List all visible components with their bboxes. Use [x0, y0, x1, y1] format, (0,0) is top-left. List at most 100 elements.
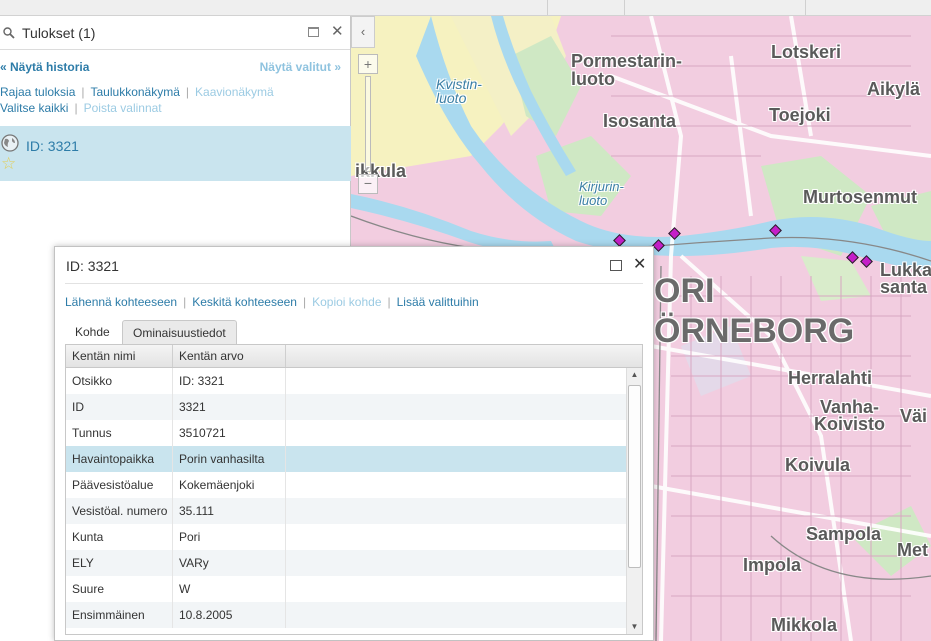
table-row[interactable]: Kunta Pori [66, 524, 626, 550]
toolbar-divider [805, 0, 806, 15]
toolbar-divider [547, 0, 548, 15]
table-scrollbar[interactable]: ▲ ▼ [626, 368, 642, 634]
search-icon [3, 27, 15, 39]
field-name: Otsikko [66, 368, 173, 394]
map-label-bjorneborg: ÖRNEBORG [654, 312, 855, 350]
field-name: Vesistöal. numero [66, 498, 173, 524]
collapse-panel-button[interactable]: ‹ [351, 16, 375, 48]
scroll-down-icon[interactable]: ▼ [627, 620, 642, 634]
result-item-label: ID: 3321 [26, 138, 79, 154]
clear-selection-link[interactable]: Poista valinnat [84, 101, 162, 115]
field-value: 3510721 [173, 420, 286, 446]
field-value: VARy [173, 550, 286, 576]
field-value: ID: 3321 [173, 368, 286, 394]
field-value: 3321 [173, 394, 286, 420]
field-value: W [173, 576, 286, 602]
show-selected-label: Näytä valitut [259, 60, 331, 74]
map-label-aikyla: Aikylä [867, 79, 921, 99]
map-label-herralahti: Herralahti [788, 368, 873, 388]
map-label-lukkarinsanta: Lukka santa [880, 260, 931, 297]
map-label-impola: Impola [743, 555, 802, 575]
chart-view-link[interactable]: Kaavionäkymä [195, 85, 274, 99]
separator: | [183, 295, 187, 309]
map-label-vanhakoivisto: Vanha- Koivisto [814, 397, 886, 434]
popup-header: ID: 3321 ✕ [65, 247, 646, 284]
zoom-slider[interactable] [365, 76, 371, 172]
field-name: Ensimmäinen [66, 602, 173, 628]
close-icon[interactable]: ✕ [633, 255, 646, 275]
map-label-isosanta: Isosanta [603, 111, 677, 131]
table-header: Kentän nimi Kentän arvo [66, 345, 642, 368]
table-row[interactable]: Päävesistöalue Kokemäenjoki [66, 472, 626, 498]
map-label-murtosenmutka: Murtosenmut [803, 187, 917, 207]
separator: | [185, 85, 190, 99]
field-name: Päävesistöalue [66, 472, 173, 498]
zoom-to-feature-link[interactable]: Lähennä kohteeseen [65, 295, 177, 309]
field-name: Tunnus [66, 420, 173, 446]
map-label-pormestarinluoto: Pormestarin- luoto [571, 51, 683, 89]
field-name: Kunta [66, 524, 173, 550]
star-icon[interactable]: ☆ [1, 155, 16, 173]
map-label-met: Met [897, 540, 928, 560]
results-nav: « Näytä historia Näytä valitut » [0, 60, 351, 76]
table-row[interactable]: Otsikko ID: 3321 [66, 368, 626, 394]
map-label-kirjurinluoto: Kirjurin- luoto [579, 179, 624, 208]
scroll-up-icon[interactable]: ▲ [627, 368, 642, 382]
center-on-feature-link[interactable]: Keskitä kohteeseen [192, 295, 297, 309]
zoom-control: + − [358, 54, 378, 194]
table-view-link[interactable]: Taulukkonäkymä [91, 85, 180, 99]
table-row[interactable]: Vesistöal. numero 35.111 [66, 498, 626, 524]
close-icon[interactable]: ✕ [331, 22, 344, 42]
results-title: Tulokset (1) [22, 25, 96, 41]
table-body: Otsikko ID: 3321 ID 3321 Tunnus 3510721 Hav… [66, 368, 626, 628]
column-header-field-name[interactable]: Kentän nimi [66, 345, 173, 367]
column-header-field-value[interactable]: Kentän arvo [173, 345, 286, 367]
popup-actions: Lähennä kohteeseen | Keskitä kohteeseen | Ko… [65, 295, 479, 309]
table-row[interactable]: ID 3321 [66, 394, 626, 420]
separator: | [74, 101, 78, 115]
table-row[interactable]: Tunnus 3510721 [66, 420, 626, 446]
table-row-selected[interactable]: Havaintopaikka Porin vanhasilta [66, 446, 626, 472]
map-label-kvistinluoto: Kvistin- luoto [436, 76, 482, 106]
zoom-out-button[interactable]: − [358, 174, 378, 194]
separator: | [387, 295, 391, 309]
tab-ominaisuustiedot[interactable]: Ominaisuustiedot [122, 320, 237, 345]
table-row[interactable]: Ensimmäinen 10.8.2005 [66, 602, 626, 628]
field-value: 35.111 [173, 498, 286, 524]
top-toolbar [0, 0, 931, 16]
field-value: 10.8.2005 [173, 602, 286, 628]
table-row[interactable]: ELY VARy [66, 550, 626, 576]
field-name: Suure [66, 576, 173, 602]
filter-results-link[interactable]: Rajaa tuloksia [0, 85, 75, 99]
separator: | [81, 85, 85, 99]
zoom-in-button[interactable]: + [358, 54, 378, 74]
map-label-koivula: Koivula [785, 455, 851, 475]
popup-title: ID: 3321 [66, 258, 119, 274]
show-history-label: Näytä historia [10, 60, 90, 74]
map-label-pori: ORI [654, 272, 715, 310]
map-label-sampola: Sampola [806, 524, 882, 544]
maximize-icon[interactable] [610, 260, 622, 271]
copy-feature-link[interactable]: Kopioi kohde [312, 295, 381, 309]
add-to-selected-link[interactable]: Lisää valittuihin [397, 295, 479, 309]
map-label-vai: Väi [900, 406, 928, 426]
select-all-link[interactable]: Valitse kaikki [0, 101, 68, 115]
toolbar-divider [624, 0, 625, 15]
attribute-table: Kentän nimi Kentän arvo Otsikko ID: 3321 … [65, 344, 643, 635]
field-name: ELY [66, 550, 173, 576]
minimize-icon[interactable] [308, 27, 319, 37]
table-row[interactable]: Suure W [66, 576, 626, 602]
result-item[interactable]: ID: 3321 ☆ [0, 126, 351, 181]
feature-info-popup: ID: 3321 ✕ Lähennä kohteeseen | Keskitä ko… [54, 246, 654, 641]
show-selected-link[interactable]: Näytä valitut » [260, 60, 341, 74]
field-value: Pori [173, 524, 286, 550]
map-label-mikkola: Mikkola [771, 615, 838, 635]
globe-icon [1, 134, 19, 152]
scrollbar-thumb[interactable] [628, 385, 641, 568]
field-value: Porin vanhasilta [173, 446, 286, 472]
results-links: Rajaa tuloksia | Taulukkonäkymä | Kaavionäky… [0, 84, 274, 116]
field-value: Kokemäenjoki [173, 472, 286, 498]
tab-kohde[interactable]: Kohde [65, 320, 120, 345]
map-label-toejoki: Toejoki [769, 105, 831, 125]
show-history-link[interactable]: « Näytä historia [0, 60, 89, 74]
